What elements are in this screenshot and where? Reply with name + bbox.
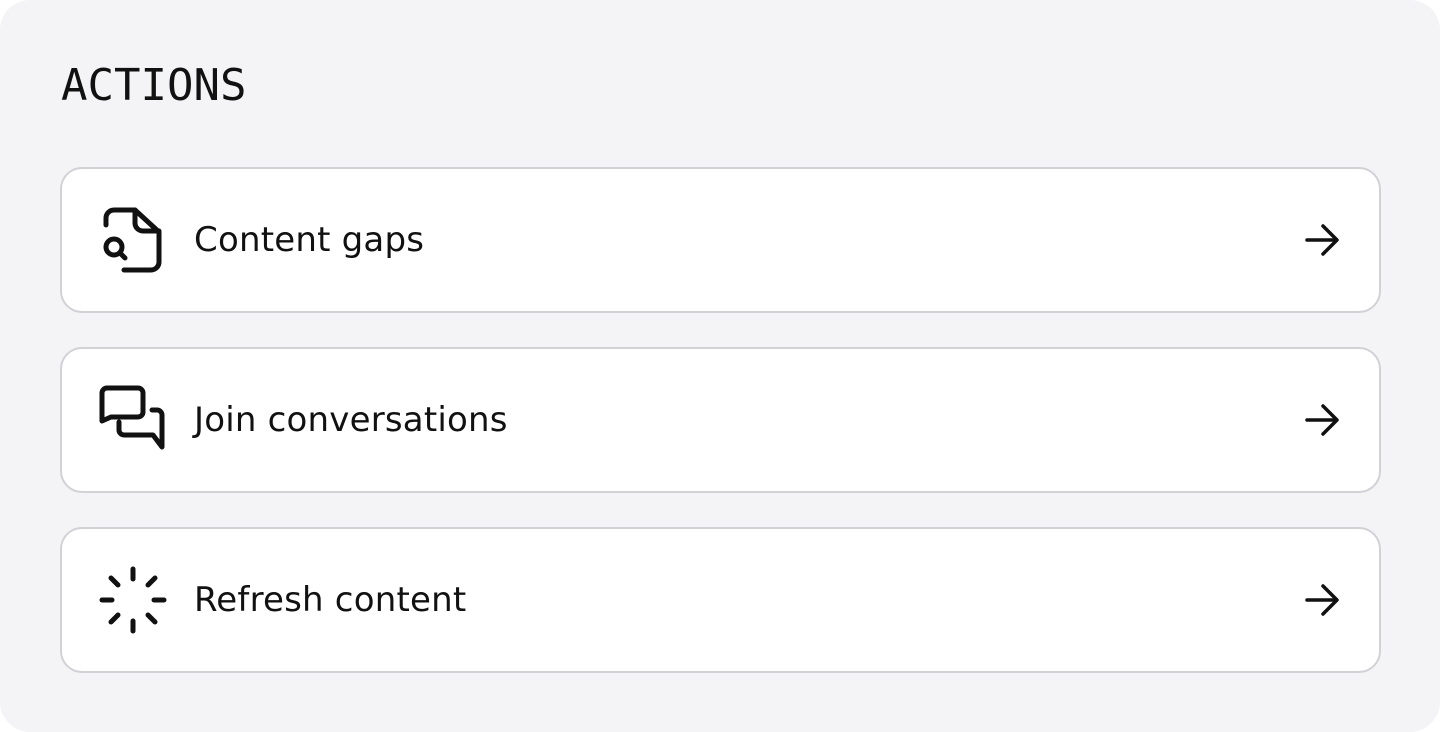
action-refresh-content[interactable]: Refresh content (60, 527, 1381, 673)
action-join-conversations[interactable]: Join conversations (60, 347, 1381, 493)
actions-list: Content gaps Join conversations Refresh … (60, 167, 1381, 707)
arrow-right-icon (1302, 222, 1342, 258)
file-search-icon (98, 205, 168, 275)
action-content-gaps[interactable]: Content gaps (60, 167, 1381, 313)
arrow-right-icon (1302, 582, 1342, 618)
action-label: Content gaps (194, 220, 425, 260)
action-label: Refresh content (194, 580, 467, 620)
arrow-right-icon (1302, 402, 1342, 438)
section-title: ACTIONS (61, 60, 247, 111)
actions-panel: ACTIONS Content gaps Join conversations … (0, 0, 1440, 732)
loading-spinner-icon (98, 565, 168, 635)
chat-bubbles-icon (98, 385, 168, 455)
action-label: Join conversations (194, 400, 508, 440)
